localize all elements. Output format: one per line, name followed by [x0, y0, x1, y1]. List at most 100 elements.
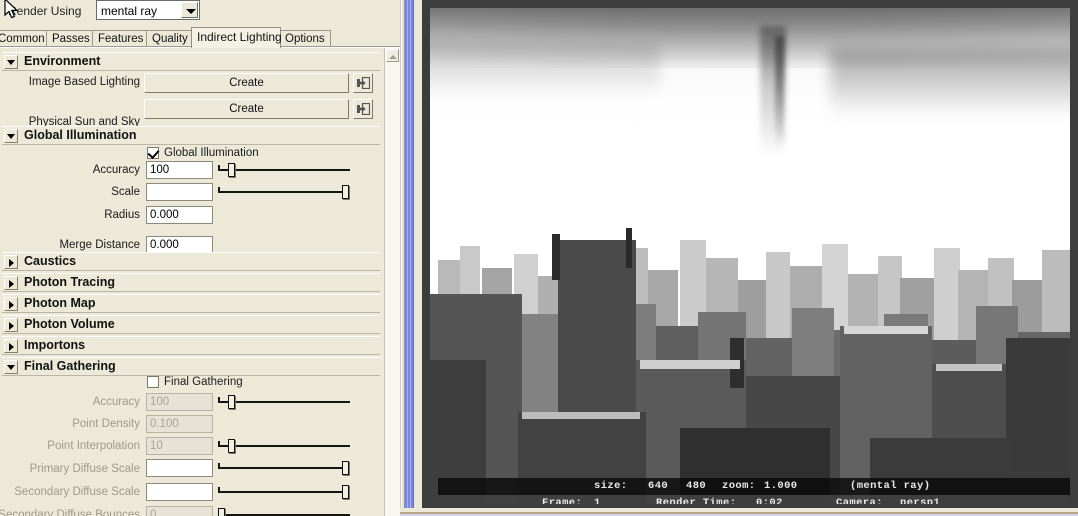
label-image-based-lighting: Image Based Lighting: [28, 76, 140, 88]
rooftop-highlight: [936, 364, 1002, 371]
render-view[interactable]: size: 640 480 zoom: 1.000 (mental ray) F…: [422, 0, 1078, 512]
slider-handle[interactable]: [342, 461, 349, 475]
section-caustics-title: Caustics: [24, 254, 77, 268]
zoom-label: zoom:: [722, 480, 756, 492]
gi-scale-field[interactable]: [146, 183, 213, 201]
frame-label: Frame:: [542, 497, 583, 504]
section-photon-map[interactable]: Photon Map: [2, 294, 380, 313]
rendered-image[interactable]: size: 640 480 zoom: 1.000 (mental ray) F…: [430, 8, 1070, 504]
chevron-up-icon[interactable]: [386, 49, 399, 62]
slider-track: [218, 401, 350, 403]
collapse-triangle-icon[interactable]: [4, 55, 18, 69]
chevron-down-icon[interactable]: [181, 2, 198, 18]
expand-triangle-icon[interactable]: [4, 297, 18, 311]
tab-quality[interactable]: Quality: [146, 30, 195, 47]
slider-track: [218, 491, 350, 493]
label-gi-merge-distance: Merge Distance: [59, 239, 140, 251]
mouse-cursor-icon: [4, 0, 19, 19]
section-photon-tracing[interactable]: Photon Tracing: [2, 273, 380, 292]
section-environment-title: Environment: [24, 54, 101, 68]
gi-accuracy-slider[interactable]: [218, 163, 350, 177]
label-gi-accuracy: Accuracy: [92, 164, 140, 176]
ibl-create-label: Create: [229, 77, 264, 89]
fg-point-density-field[interactable]: 0.100: [146, 415, 213, 433]
fg-primary-diffuse-scale-slider[interactable]: [218, 461, 350, 475]
tab-features[interactable]: Features: [92, 30, 150, 47]
section-global-illumination-title: Global Illumination: [24, 128, 137, 142]
global-illumination-checkbox-label: Global Illumination: [164, 147, 259, 159]
settings-scrollbar[interactable]: [384, 48, 400, 516]
fg-accuracy-field[interactable]: 100: [146, 393, 213, 411]
rooftop-highlight: [640, 360, 740, 369]
building: [626, 228, 632, 268]
section-final-gathering[interactable]: Final Gathering: [2, 357, 380, 376]
label-fg-point-density: Point Density: [72, 418, 140, 430]
section-photon-volume[interactable]: Photon Volume: [2, 315, 380, 334]
render-status-line-1: size: 640 480 zoom: 1.000 (mental ray): [438, 478, 1070, 495]
physical-sun-and-sky-create-button[interactable]: Create: [144, 99, 349, 119]
fg-secondary-diffuse-bounces-field[interactable]: 0: [146, 506, 213, 516]
final-gathering-checkbox-label: Final Gathering: [164, 376, 243, 388]
slider-handle[interactable]: [342, 485, 349, 499]
fg-point-interpolation-slider[interactable]: [218, 439, 350, 453]
sun-sky-create-label: Create: [229, 103, 264, 115]
expand-triangle-icon[interactable]: [4, 255, 18, 269]
slider-handle[interactable]: [218, 508, 225, 516]
global-illumination-checkbox[interactable]: [147, 147, 159, 159]
fg-accuracy-slider[interactable]: [218, 395, 350, 409]
expand-triangle-icon[interactable]: [4, 318, 18, 332]
fg-accuracy-value: 100: [150, 396, 170, 408]
slider-handle[interactable]: [228, 163, 235, 177]
label-fg-secondary-diffuse-scale: Secondary Diffuse Scale: [14, 486, 140, 498]
slider-handle[interactable]: [228, 439, 235, 453]
image-based-lighting-create-button[interactable]: Create: [144, 73, 349, 93]
gi-radius-field[interactable]: 0.000: [146, 206, 213, 224]
slider-track: [218, 169, 350, 171]
size-height: 480: [686, 480, 707, 492]
fg-primary-diffuse-scale-field[interactable]: [146, 459, 213, 477]
section-photon-volume-title: Photon Volume: [24, 317, 115, 331]
render-time-value: 0:02: [756, 497, 783, 504]
gi-scale-slider[interactable]: [218, 185, 350, 199]
fg-secondary-diffuse-scale-field[interactable]: [146, 483, 213, 501]
expand-triangle-icon[interactable]: [4, 339, 18, 353]
map-connect-icon: [357, 77, 370, 89]
renderer-dropdown[interactable]: mental ray: [96, 0, 200, 20]
slider-track: [218, 467, 350, 469]
settings-tab-bar: Common Passes Features Quality Indirect …: [0, 27, 400, 48]
panel-divider[interactable]: [400, 0, 422, 516]
section-environment[interactable]: Environment: [2, 52, 380, 71]
renderer-dropdown-value: mental ray: [101, 4, 158, 18]
collapse-triangle-icon[interactable]: [4, 360, 18, 374]
label-fg-point-interpolation: Point Interpolation: [47, 440, 140, 452]
frame-value: 1: [594, 497, 601, 504]
gi-accuracy-field[interactable]: 100: [146, 161, 213, 179]
maya-render-settings-window: Render Using mental ray Common Passes Fe…: [0, 0, 1078, 516]
camera-value: persp1: [900, 497, 941, 504]
render-status-bar: size: 640 480 zoom: 1.000 (mental ray) F…: [438, 478, 1070, 504]
fg-point-interpolation-field[interactable]: 10: [146, 437, 213, 455]
tab-indirect-lighting[interactable]: Indirect Lighting: [191, 27, 282, 48]
render-settings-panel: Render Using mental ray Common Passes Fe…: [0, 0, 400, 516]
tab-options[interactable]: Options: [279, 30, 331, 47]
collapse-triangle-icon[interactable]: [4, 129, 18, 143]
fg-secondary-diffuse-scale-slider[interactable]: [218, 485, 350, 499]
size-label: size:: [594, 480, 628, 492]
physical-sun-and-sky-map-button[interactable]: [353, 99, 373, 119]
section-photon-map-title: Photon Map: [24, 296, 96, 310]
tab-passes[interactable]: Passes: [46, 30, 96, 47]
slider-handle[interactable]: [228, 395, 235, 409]
gi-merge-distance-value: 0.000: [150, 239, 179, 251]
slider-handle[interactable]: [342, 185, 349, 199]
render-time-label: Render Time:: [656, 497, 737, 504]
section-importons[interactable]: Importons: [2, 336, 380, 355]
image-based-lighting-map-button[interactable]: [353, 73, 373, 93]
slider-track: [218, 191, 350, 193]
final-gathering-checkbox[interactable]: [147, 376, 159, 388]
fg-secondary-diffuse-bounces-slider[interactable]: [218, 508, 350, 516]
camera-label: Camera:: [836, 497, 883, 504]
section-global-illumination[interactable]: Global Illumination: [2, 126, 380, 145]
fg-point-interpolation-value: 10: [150, 440, 163, 452]
section-caustics[interactable]: Caustics: [2, 252, 380, 271]
expand-triangle-icon[interactable]: [4, 276, 18, 290]
